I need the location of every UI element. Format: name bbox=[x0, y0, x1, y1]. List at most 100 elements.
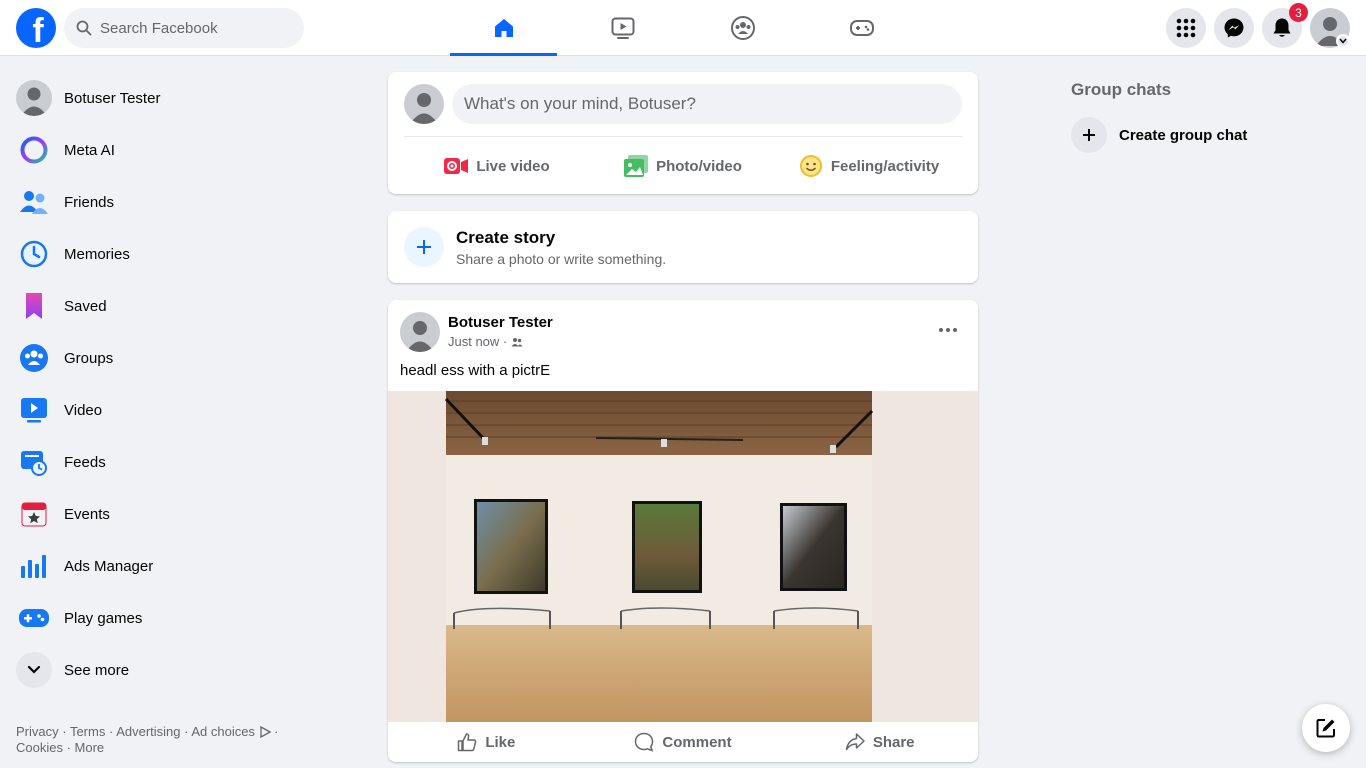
search-icon bbox=[76, 20, 92, 36]
share-icon bbox=[845, 733, 865, 751]
live-video-button[interactable]: Live video bbox=[404, 146, 590, 186]
meta-separator: · bbox=[499, 334, 511, 349]
home-icon bbox=[494, 19, 513, 37]
sidebar-item-meta-ai[interactable]: Meta AI bbox=[8, 124, 352, 176]
search-box[interactable] bbox=[64, 8, 304, 48]
logo-letter: f bbox=[32, 12, 44, 48]
feeling-activity-button[interactable]: Feeling/activity bbox=[776, 146, 962, 186]
create-group-chat-button[interactable]: Create group chat bbox=[1071, 117, 1247, 153]
sidebar-item-label: Play games bbox=[64, 609, 143, 627]
avatar[interactable] bbox=[400, 312, 440, 352]
tab-video[interactable] bbox=[569, 0, 676, 56]
sidebar-item-profile[interactable]: Botuser Tester bbox=[8, 72, 352, 124]
chevron-down-icon bbox=[16, 652, 52, 688]
create-story-subtitle: Share a photo or write something. bbox=[456, 251, 667, 267]
feeling-activity-label: Feeling/activity bbox=[830, 157, 940, 175]
sidebar-item-label: Events bbox=[64, 505, 110, 523]
feeds-icon bbox=[16, 444, 52, 480]
post-author[interactable]: Botuser Tester bbox=[448, 314, 553, 331]
tab-home[interactable] bbox=[450, 0, 557, 56]
gallery-room-image bbox=[388, 391, 978, 722]
footer-more-link[interactable]: More bbox=[75, 740, 105, 755]
footer-links: Privacy · Terms · Advertising · Ad choic… bbox=[16, 724, 279, 755]
post-text: headl ess with a pictrE bbox=[400, 362, 551, 379]
notifications-button[interactable]: 3 bbox=[1262, 3, 1308, 48]
create-story-title: Create story bbox=[456, 228, 556, 247]
tab-gaming[interactable] bbox=[808, 0, 915, 56]
sidebar-item-label: Botuser Tester bbox=[64, 89, 161, 107]
live-video-label: Live video bbox=[476, 157, 550, 175]
like-button[interactable]: Like bbox=[388, 722, 585, 762]
memories-icon bbox=[16, 236, 52, 272]
account-menu-caret[interactable] bbox=[1336, 34, 1350, 48]
search-input[interactable] bbox=[100, 19, 290, 37]
sidebar-item-label: Ads Manager bbox=[64, 557, 154, 575]
comment-icon bbox=[635, 732, 654, 752]
audience-friends-icon[interactable] bbox=[511, 337, 523, 347]
photo-video-label: Photo/video bbox=[656, 157, 742, 175]
sidebar-item-label: Feeds bbox=[64, 453, 106, 471]
grid-menu-icon bbox=[1176, 18, 1196, 38]
create-story-card[interactable]: Create story Share a photo or write some… bbox=[388, 211, 978, 283]
photo-icon bbox=[624, 155, 649, 177]
ad-choices-icon bbox=[259, 725, 271, 739]
video-icon bbox=[611, 17, 634, 39]
live-video-icon bbox=[444, 158, 469, 174]
sidebar-item-play-games[interactable]: Play games bbox=[8, 592, 352, 644]
groups-icon bbox=[730, 16, 755, 40]
footer-terms-link[interactable]: Terms bbox=[70, 724, 105, 739]
menu-button[interactable] bbox=[1166, 8, 1206, 48]
create-group-chat-label: Create group chat bbox=[1119, 126, 1248, 144]
like-label: Like bbox=[485, 733, 516, 751]
divider bbox=[404, 136, 962, 137]
chevron-down-icon bbox=[1339, 38, 1347, 44]
comment-button[interactable]: Comment bbox=[585, 722, 782, 762]
share-label: Share bbox=[872, 733, 915, 751]
sidebar-item-video[interactable]: Video bbox=[8, 384, 352, 436]
ads-manager-icon bbox=[16, 548, 52, 584]
messenger-icon bbox=[1224, 18, 1244, 38]
photo-video-button[interactable]: Photo/video bbox=[590, 146, 776, 186]
sidebar-item-label: Groups bbox=[64, 349, 114, 367]
plus-icon bbox=[404, 227, 444, 267]
post-meta: Just now · bbox=[448, 334, 523, 349]
post-options-button[interactable] bbox=[932, 314, 964, 346]
sidebar-item-see-more[interactable]: See more bbox=[8, 644, 352, 696]
video-icon bbox=[16, 392, 52, 428]
sidebar-item-memories[interactable]: Memories bbox=[8, 228, 352, 280]
footer-cookies-link[interactable]: Cookies bbox=[16, 740, 63, 755]
facebook-logo[interactable]: f bbox=[16, 8, 56, 48]
post-timestamp[interactable]: Just now bbox=[448, 334, 499, 349]
tab-groups[interactable] bbox=[689, 0, 796, 56]
groups-icon bbox=[16, 340, 52, 376]
share-button[interactable]: Share bbox=[781, 722, 978, 762]
left-sidebar: Botuser Tester Meta AI Friends Memories … bbox=[8, 72, 352, 696]
footer-privacy-link[interactable]: Privacy bbox=[16, 724, 59, 739]
avatar bbox=[404, 84, 444, 124]
sidebar-item-ads-manager[interactable]: Ads Manager bbox=[8, 540, 352, 592]
new-message-button[interactable] bbox=[1302, 704, 1350, 752]
sidebar-item-events[interactable]: Events bbox=[8, 488, 352, 540]
thumbs-up-icon bbox=[458, 733, 477, 752]
footer-advertising-link[interactable]: Advertising bbox=[116, 724, 180, 739]
whats-on-your-mind-input[interactable] bbox=[452, 84, 962, 124]
sidebar-item-saved[interactable]: Saved bbox=[8, 280, 352, 332]
sidebar-item-label: Meta AI bbox=[64, 141, 115, 159]
comment-label: Comment bbox=[662, 733, 732, 751]
compose-icon bbox=[1316, 719, 1335, 738]
friends-icon bbox=[16, 184, 52, 220]
events-icon bbox=[16, 496, 52, 532]
bell-icon bbox=[1273, 18, 1291, 37]
sidebar-item-groups[interactable]: Groups bbox=[8, 332, 352, 384]
post-photo[interactable] bbox=[388, 391, 978, 722]
sidebar-item-feeds[interactable]: Feeds bbox=[8, 436, 352, 488]
sidebar-item-friends[interactable]: Friends bbox=[8, 176, 352, 228]
more-dots-icon bbox=[939, 328, 957, 332]
post-composer: Live video Photo/video Feeling/activity bbox=[388, 72, 978, 194]
footer-ad-choices-link[interactable]: Ad choices bbox=[191, 724, 255, 739]
saved-icon bbox=[16, 288, 52, 324]
messenger-button[interactable] bbox=[1214, 8, 1254, 48]
gamepad-icon bbox=[16, 600, 52, 636]
feed-post: Botuser Tester Just now · headl ess with… bbox=[388, 300, 978, 762]
sidebar-item-label: Video bbox=[64, 401, 103, 419]
